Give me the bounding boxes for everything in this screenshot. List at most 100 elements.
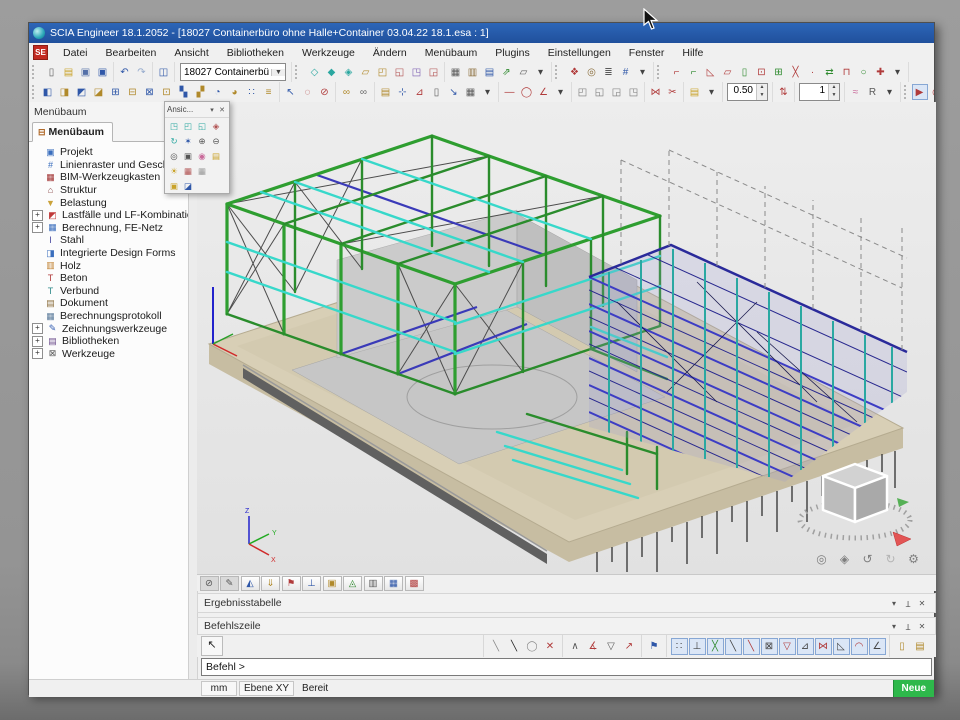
menu-fenster[interactable]: Fenster [620,45,674,61]
apply-properties-icon[interactable]: ∞ [356,84,372,100]
shrink-members-icon[interactable]: ↘ [446,84,462,100]
menu-hilfe[interactable]: Hilfe [673,45,712,61]
wireframe-box-icon[interactable]: ◪ [182,179,195,192]
beam-axis-dimension-icon[interactable]: — [502,84,518,100]
tab-results-icon[interactable]: ▩ [405,576,424,591]
rotate-view-icon[interactable]: ↻ [168,134,181,147]
tab-structure-icon[interactable]: ◭ [241,576,260,591]
tree-item-lastfälle-und-lf-kombinationen[interactable]: +◩Lastfälle und LF-Kombinationen [29,209,188,222]
expand-icon[interactable]: + [32,222,43,233]
table-composer-icon[interactable]: ▤ [482,64,498,80]
menu-men-baum[interactable]: Menübaum [416,45,487,61]
light-toggle-icon[interactable]: ☀ [168,164,181,177]
connection-design-icon[interactable]: ▶ [912,84,928,100]
print-icon[interactable]: ▦ [448,64,464,80]
select-by-type-icon[interactable]: ◪ [91,84,107,100]
model-3d-view[interactable]: Z Y X [197,102,936,574]
chevron-down-icon[interactable]: ▼ [271,69,285,76]
filter-supports-icon[interactable]: ▚ [176,84,192,100]
tab-link-icon[interactable]: ⊘ [200,576,219,591]
zoom-out-icon[interactable]: ⊖ [210,134,223,147]
snap-node-icon[interactable]: ⋈ [815,638,832,655]
snap-orthogonal-icon[interactable]: ⊿ [797,638,814,655]
panel-menu-icon[interactable]: ▾ [887,622,901,631]
tree-item-holz[interactable]: ▥Holz [29,259,188,272]
tab-supports-icon[interactable]: ⊥ [302,576,321,591]
document-viewer-icon[interactable]: ▱ [516,64,532,80]
subregion-icon[interactable]: ⊞ [771,64,787,80]
cut-elements-icon[interactable]: ✂ [665,84,681,100]
cube-rotate-arrow-green[interactable] [897,498,909,507]
command-input[interactable] [201,658,932,676]
internal-node-icon[interactable]: · [805,64,821,80]
tree-item-bibliotheken[interactable]: +▤Bibliotheken [29,335,188,348]
zoom-in-icon[interactable]: ⊕ [196,134,209,147]
expand-icon[interactable]: + [32,348,43,359]
section-cut-icon[interactable]: ⊿ [412,84,428,100]
toolbar-grip[interactable] [295,65,301,79]
select-by-material-icon[interactable]: ◨ [57,84,73,100]
layer-manager-icon[interactable]: ▤ [378,84,394,100]
view-z-icon[interactable]: ◱ [196,119,209,132]
column-member-icon[interactable]: ⌐ [669,64,685,80]
find-in-model-icon[interactable]: ◎ [584,64,600,80]
plane-cell[interactable]: Ebene XY [239,681,294,696]
draw-line-icon[interactable]: ╲ [488,638,505,655]
select-cursor-icon[interactable]: ↖ [283,84,299,100]
save-icon[interactable]: ▣ [95,64,111,80]
copy-view-icon[interactable]: ◰ [575,84,591,100]
selection-invert-icon[interactable]: ◕ [227,84,243,100]
save-picture-icon[interactable]: ▦ [182,164,195,177]
copy-special-icon[interactable]: ◲ [609,84,625,100]
load-display-scale-icon[interactable]: ⇅ [776,84,792,100]
expand-icon[interactable]: + [32,210,43,221]
new-project-icon[interactable]: ▯ [44,64,60,80]
toolbar-grip[interactable] [657,65,663,79]
title-bar[interactable]: SCIA Engineer 18.1.2052 - [18027 Contain… [29,23,934,43]
select-by-cross-section-icon[interactable]: ◩ [74,84,90,100]
plate-member-icon[interactable]: ▱ [720,64,736,80]
selection-workplane-icon[interactable]: ∷ [244,84,260,100]
snap-arc-icon[interactable]: ◠ [851,638,868,655]
overflow-icon[interactable]: ▾ [553,84,569,100]
activity-selection-icon[interactable]: ◲ [426,64,442,80]
toolbar-grip[interactable] [32,65,38,79]
pin-icon[interactable]: T [901,599,915,608]
intersection-icon[interactable]: ╳ [788,64,804,80]
hinge-icon[interactable]: ○ [856,64,872,80]
model-viewport[interactable]: Z Y X ◎◈↺↻⚙ [197,102,936,574]
load-case-spinner[interactable]: 1 ▲▼ [799,83,840,101]
view-y-icon[interactable]: ◰ [182,119,195,132]
tree-item-stahl[interactable]: IStahl [29,234,188,247]
clipping-box-icon[interactable]: ▯ [429,84,445,100]
node-vertex-icon[interactable]: ∧ [567,638,584,655]
invert-activity-icon[interactable]: ◱ [392,64,408,80]
node-link-icon[interactable]: ↗ [621,638,638,655]
nav-rotate-alt-icon[interactable]: ↻ [883,550,899,566]
tree-item-zeichnungswerkzeuge[interactable]: +✎Zeichnungswerkzeuge [29,322,188,335]
new-project-button[interactable]: Neue [893,680,934,697]
filter-slabs-icon[interactable]: ⊠ [142,84,158,100]
selection-all-icon[interactable]: ≡ [261,84,277,100]
spinner-arrows[interactable]: ▲▼ [828,84,839,100]
render-options-icon[interactable]: ▦ [463,84,479,100]
snap-grid-icon[interactable]: ∷ [671,638,688,655]
expand-icon[interactable]: + [32,336,43,347]
tree-item-berechnungsprotokoll[interactable]: ▦Berechnungsprotokoll [29,310,188,323]
tree-item-werkzeuge[interactable]: +⊠Werkzeuge [29,348,188,361]
tree-item-verbund[interactable]: TVerbund [29,285,188,298]
draw-circle-icon[interactable]: ◯ [524,638,541,655]
pointer-mode-button[interactable]: ↖ [201,636,223,656]
overflow-icon[interactable]: ▾ [704,84,720,100]
menu-einstellungen[interactable]: Einstellungen [539,45,620,61]
open-project-icon[interactable]: ▤ [61,64,77,80]
tree-item-berechnung-fe-netz[interactable]: +▦Berechnung, FE-Netz [29,222,188,235]
overflow-icon[interactable]: ▾ [890,64,906,80]
deformed-view-icon[interactable]: ≈ [848,84,864,100]
result-scale-spinner[interactable]: 0.50 ▲▼ [727,83,768,101]
tab-edit-icon[interactable]: ✎ [220,576,239,591]
angle-dimension-icon[interactable]: ∠ [536,84,552,100]
ucs-manager-icon[interactable]: ⊹ [395,84,411,100]
close-icon[interactable]: ✕ [217,106,227,114]
paste-view-icon[interactable]: ◱ [592,84,608,100]
